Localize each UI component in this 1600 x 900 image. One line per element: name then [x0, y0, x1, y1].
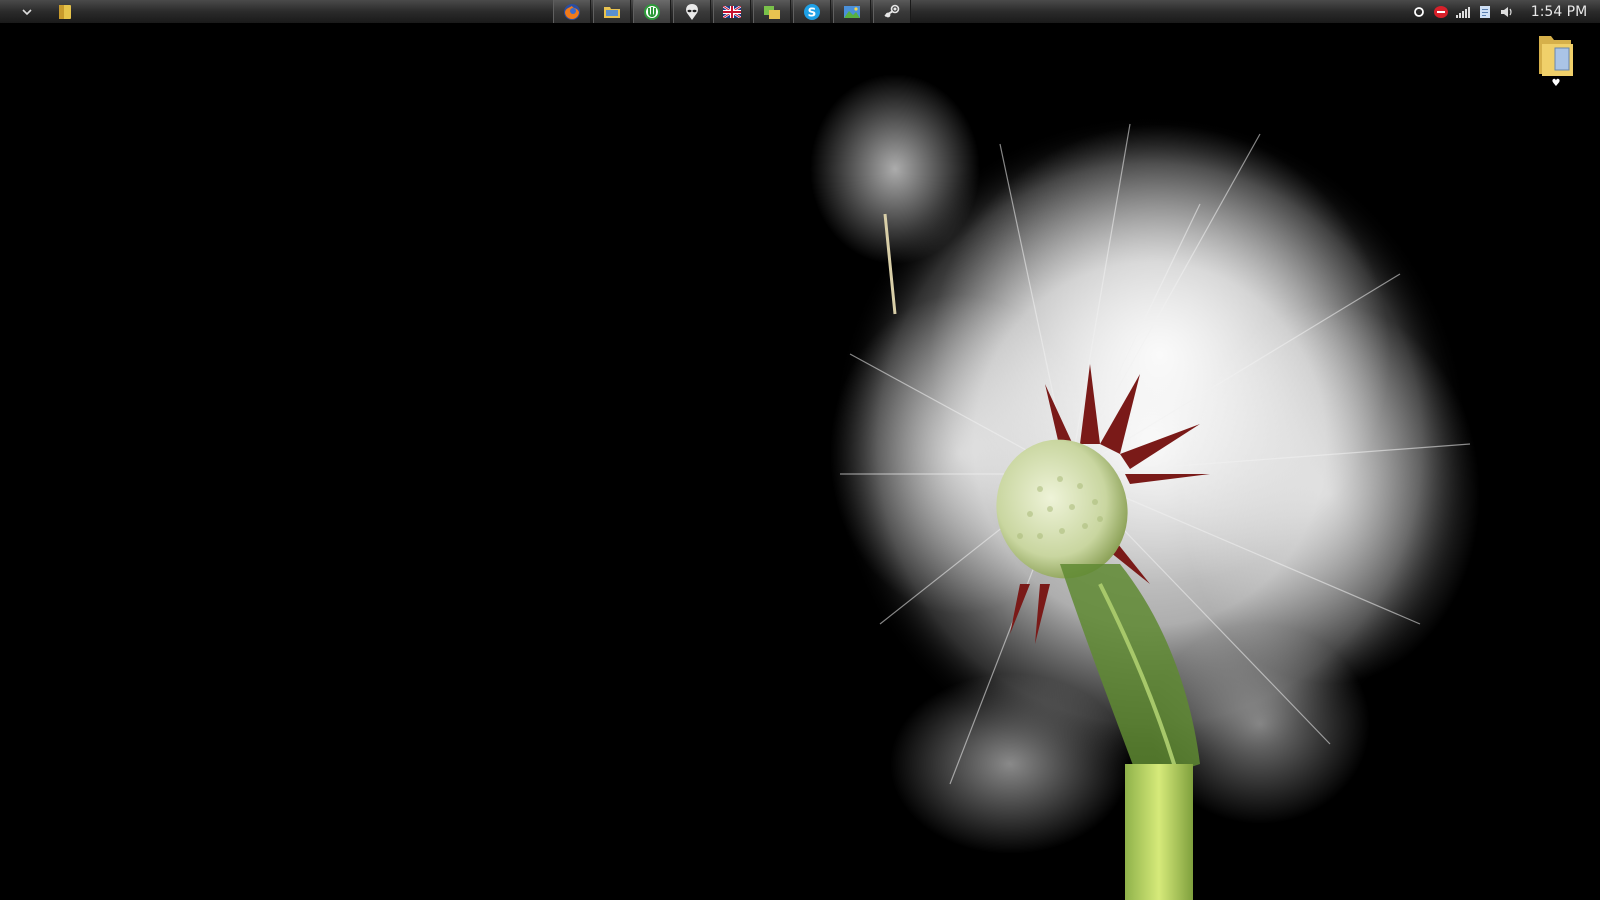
signal-bars-icon[interactable] — [1452, 0, 1474, 23]
uk-flag-icon[interactable] — [713, 0, 751, 23]
folder-icon[interactable] — [54, 0, 76, 23]
taskbar-left — [0, 0, 76, 23]
file-explorer-icon[interactable] — [593, 0, 631, 23]
task-buttons: S — [553, 0, 913, 23]
taskbar: S 1:54 PM — [0, 0, 1600, 24]
firefox-icon[interactable] — [553, 0, 591, 23]
copy-icon[interactable] — [753, 0, 791, 23]
alien-icon[interactable] — [673, 0, 711, 23]
circle-icon[interactable] — [1408, 0, 1430, 23]
landscape-icon[interactable] — [833, 0, 871, 23]
wallpaper — [0, 24, 1600, 900]
desktop-folder-icon[interactable]: ♥ — [1536, 30, 1576, 100]
desktop-icon-label: ♥ — [1551, 78, 1561, 89]
clock[interactable]: 1:54 PM — [1518, 4, 1600, 20]
system-tray: 1:54 PM — [1408, 0, 1600, 23]
skype-icon[interactable]: S — [793, 0, 831, 23]
folder-icon — [1539, 36, 1573, 76]
speaker-icon[interactable] — [1496, 0, 1518, 23]
svg-text:S: S — [808, 5, 817, 19]
chevron-down-icon[interactable] — [16, 0, 38, 23]
steam-icon[interactable] — [873, 0, 911, 23]
utorrent-icon[interactable] — [633, 0, 671, 23]
document-icon[interactable] — [1474, 0, 1496, 23]
red-tray-icon[interactable] — [1430, 0, 1452, 23]
